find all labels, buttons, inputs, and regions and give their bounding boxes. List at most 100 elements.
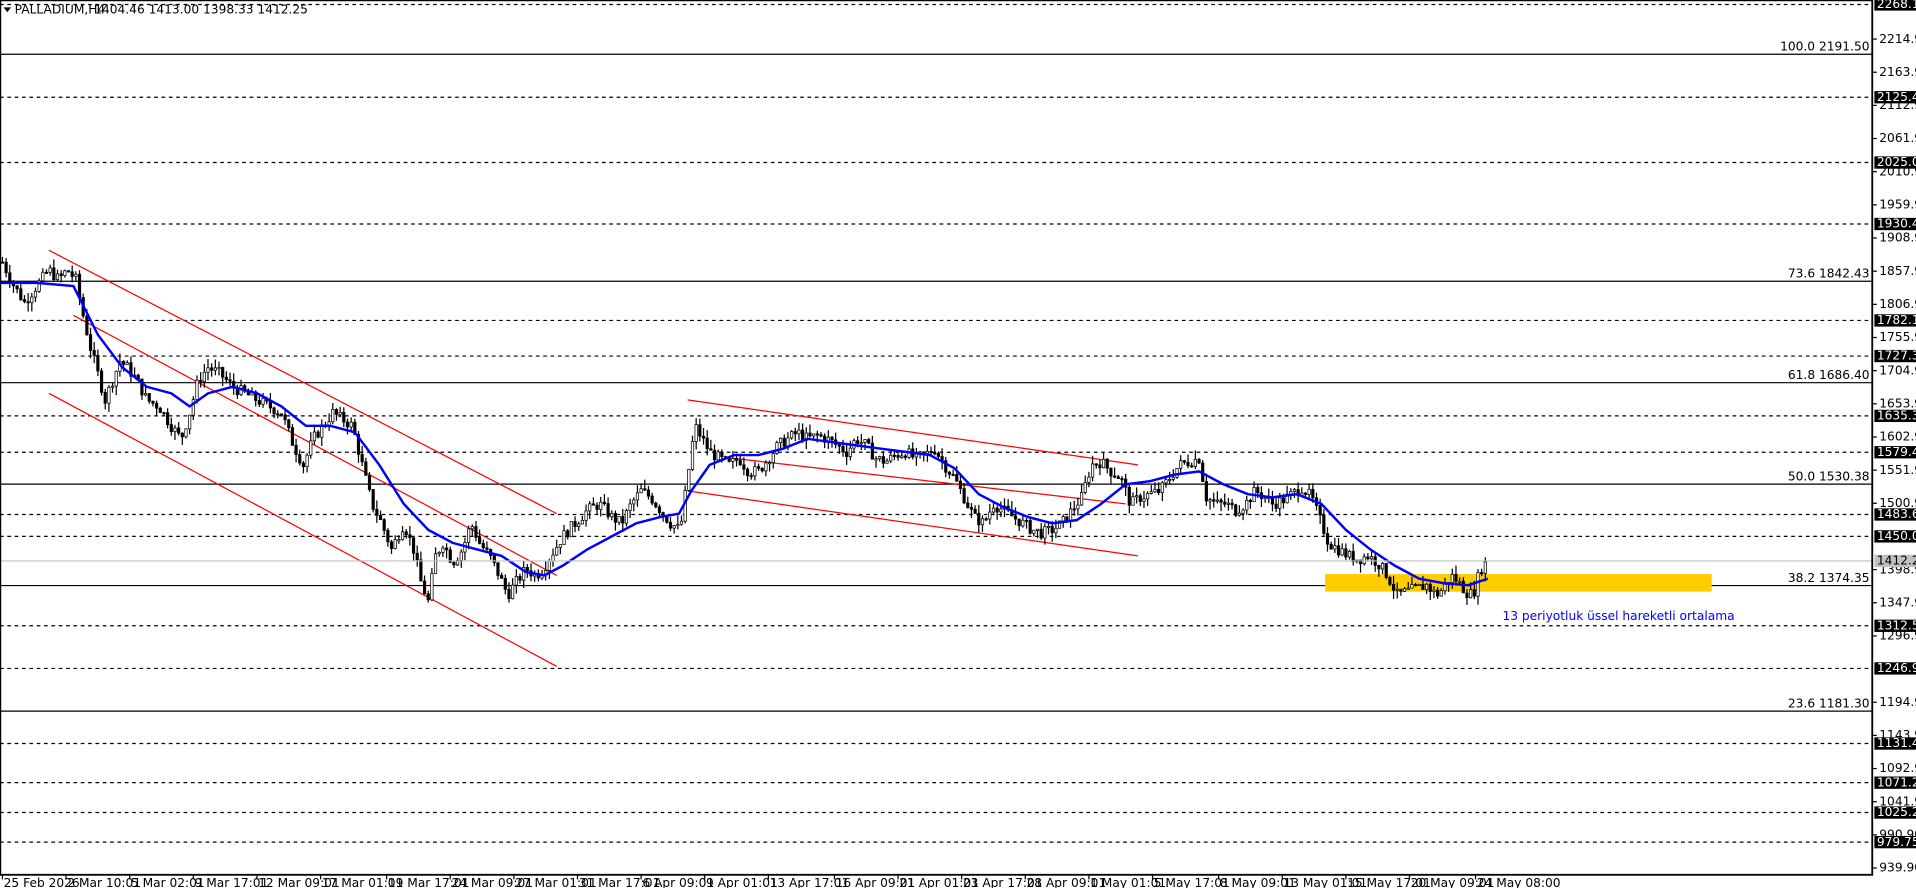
candle-body [485,547,489,550]
candle-body [26,301,30,304]
candle-body [1436,589,1440,597]
candle-body [628,503,632,511]
candle-body [1142,498,1146,502]
candle-body [1417,583,1421,586]
candle-body [63,270,67,276]
candlestick-chart[interactable]: 100.0 2191.50 73.6 1842.43 61.8 1686.40 50.… [0,0,1916,890]
candle-body [1388,577,1392,585]
candle-body [1311,488,1315,499]
candle-body [650,495,654,504]
chart-root[interactable]: 100.0 2191.50 73.6 1842.43 61.8 1686.40 50.… [0,0,1916,890]
candle-body [1318,505,1322,516]
candle-body [99,370,104,393]
level-price-tag: 1635.35 [1877,409,1916,423]
candle-body [525,567,529,572]
candle-body [573,521,577,527]
candle-body [1179,460,1183,469]
candle-body [1245,499,1249,511]
price-tick-label: 1857.90 [1879,264,1916,278]
candle-body [892,454,896,457]
candle-body [668,521,673,529]
candle-body [646,489,651,497]
candle-body [1432,589,1436,592]
time-tick-label: 24 May 08:00 [1477,876,1561,888]
candle-body [1182,460,1186,463]
candle-body [301,462,306,468]
candle-body [518,576,522,581]
candle-body [793,431,797,435]
candle-body [1469,589,1473,599]
candle-body [720,451,724,458]
level-price-tag: 1025.25 [1877,805,1916,819]
candle-body [679,520,684,525]
candle-body [4,261,8,274]
candle-body [588,503,592,512]
candle-body [1256,487,1260,494]
candle-body [1131,496,1135,506]
candle-body [955,474,959,482]
candle-body [55,273,60,280]
candle-body [1160,482,1164,494]
candle-body [470,526,474,530]
candle-body [48,267,52,273]
candle-body [1204,481,1208,502]
candle-body [661,512,665,516]
candle-body [1186,461,1190,467]
candle-body [903,455,907,458]
candle-body [1028,520,1032,534]
candle-body [422,580,427,595]
candle-body [459,551,463,561]
candle-body [801,429,805,441]
fib-label: 61.8 1686.40 [1788,368,1870,382]
candle-body [1035,528,1040,531]
candle-body [1043,526,1047,539]
candle-body [334,409,339,415]
candle-body [716,451,720,461]
candle-body [1344,548,1348,558]
level-price-tag: 1483.65 [1877,507,1916,521]
candle-body [1307,488,1311,495]
candle-body [180,432,184,438]
candle-body [779,437,783,443]
candle-body [1274,503,1278,509]
price-tick-label: 1704.90 [1879,363,1916,377]
candle-body [257,400,261,405]
candle-body [294,444,298,455]
candle-body [1021,519,1025,527]
candle-body [419,559,423,582]
candle-body [1428,583,1432,592]
candle-body [551,554,555,562]
candle-body [155,402,159,409]
candle-body [966,502,970,508]
candle-body [1013,515,1018,520]
candle-body [1322,514,1326,534]
candle-body [580,519,584,525]
candle-body [753,466,757,477]
candle-body [878,456,882,460]
candle-body [1208,499,1212,502]
candle-body [896,455,900,458]
candle-body [221,367,225,378]
candle-body [1480,572,1484,575]
level-price-tag: 1579.40 [1877,445,1916,459]
price-tick-label: 939.90 [1879,861,1916,875]
candle-body [1116,476,1120,480]
candle-body [261,397,265,405]
candle-body [1340,548,1344,556]
candle-body [1094,463,1098,466]
level-price-tag: 1782.15 [1877,313,1916,327]
fib-label: 38.2 1374.35 [1788,571,1870,585]
price-tick-label: 1959.90 [1879,198,1916,212]
price-axis: 2214.902163.902112.902061.902010.901959.… [1871,0,1916,875]
candle-body [870,442,874,460]
candle-body [1146,493,1150,500]
candle-body [712,449,717,461]
candle-body [1175,467,1179,478]
candle-body [889,454,893,462]
candle-body [1024,519,1029,522]
candle-body [433,553,438,574]
candle-body [951,473,955,476]
candle-body [162,412,166,415]
candle-body [595,504,599,510]
candle-body [15,285,19,290]
